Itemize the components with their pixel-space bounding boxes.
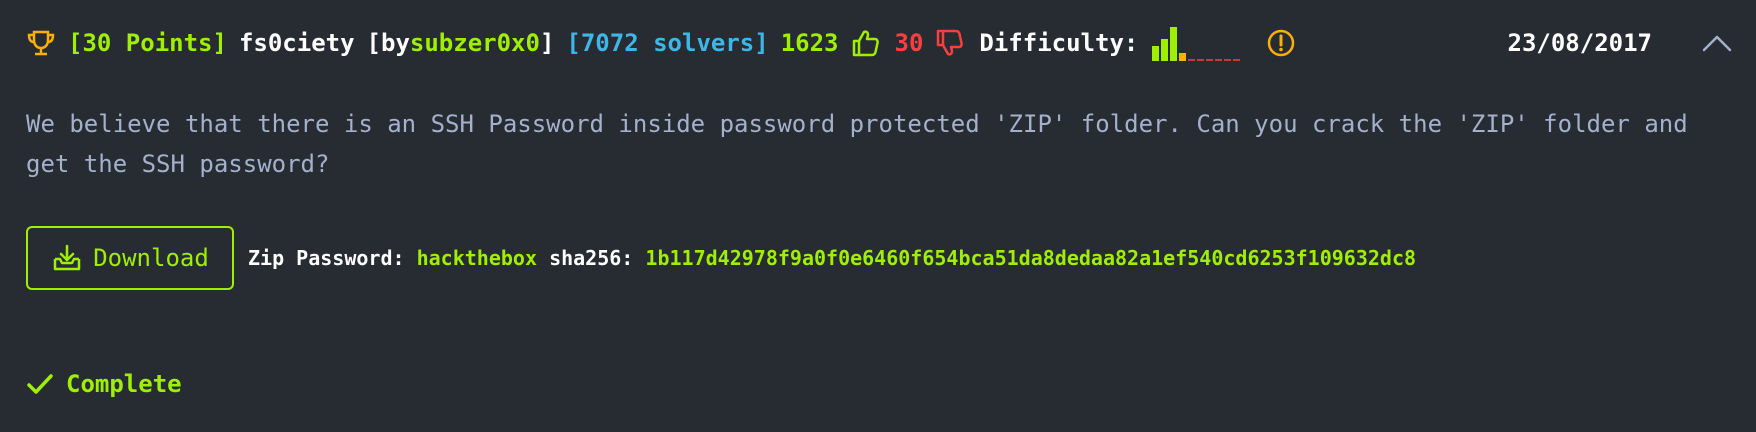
challenge-header-row: [30 Points] fs0ciety [by subzer0x0 ] [70… xyxy=(26,20,1296,66)
difficulty-bar xyxy=(1161,38,1169,61)
completion-status: Complete xyxy=(26,366,182,402)
zip-password-value: hackthebox xyxy=(416,246,538,270)
difficulty-bar xyxy=(1233,59,1241,61)
difficulty-bar xyxy=(1170,27,1178,61)
zip-password-label: Zip Password: xyxy=(248,246,405,270)
completion-label: Complete xyxy=(66,370,182,398)
likes-count: 1623 xyxy=(780,29,839,57)
difficulty-bar xyxy=(1152,45,1160,61)
trophy-icon xyxy=(27,30,55,56)
difficulty-chart xyxy=(1152,25,1242,61)
challenge-description: We believe that there is an SSH Password… xyxy=(26,110,1688,178)
release-date: 23/08/2017 xyxy=(1507,29,1653,57)
by-prefix: [by xyxy=(366,29,410,57)
difficulty-bar xyxy=(1206,59,1214,61)
challenge-header[interactable]: [30 Points] fs0ciety [by subzer0x0 ] [70… xyxy=(0,0,1756,86)
points-label: [30 Points] xyxy=(68,29,227,57)
author-link[interactable]: subzer0x0 xyxy=(410,29,540,57)
difficulty-bar xyxy=(1179,52,1187,61)
chevron-up-icon[interactable] xyxy=(1700,28,1734,58)
difficulty-bar xyxy=(1215,59,1223,61)
thumbs-down-icon[interactable] xyxy=(935,28,965,58)
difficulty-bar xyxy=(1197,59,1205,61)
download-button[interactable]: Download xyxy=(26,226,234,290)
difficulty-bar xyxy=(1224,59,1232,61)
difficulty-label: Difficulty: xyxy=(979,29,1139,57)
by-suffix: ] xyxy=(539,29,555,57)
sha-label: sha256: xyxy=(549,246,634,270)
dislikes-count: 30 xyxy=(894,29,924,57)
warning-icon[interactable] xyxy=(1266,28,1296,58)
download-label: Download xyxy=(93,244,209,272)
solvers-count: [7072 solvers] xyxy=(566,29,769,57)
zip-info: Zip Password: hackthebox sha256: 1b117d4… xyxy=(248,246,1416,270)
challenge-name: fs0ciety xyxy=(238,29,355,57)
thumbs-up-icon[interactable] xyxy=(851,28,881,58)
sha-value: 1b117d42978f9a0f0e6460f654bca51da8dedaa8… xyxy=(645,246,1417,270)
download-row: Download Zip Password: hackthebox sha256… xyxy=(26,224,1416,292)
check-icon xyxy=(27,374,53,394)
difficulty-bar xyxy=(1188,59,1196,61)
download-icon xyxy=(53,244,81,271)
